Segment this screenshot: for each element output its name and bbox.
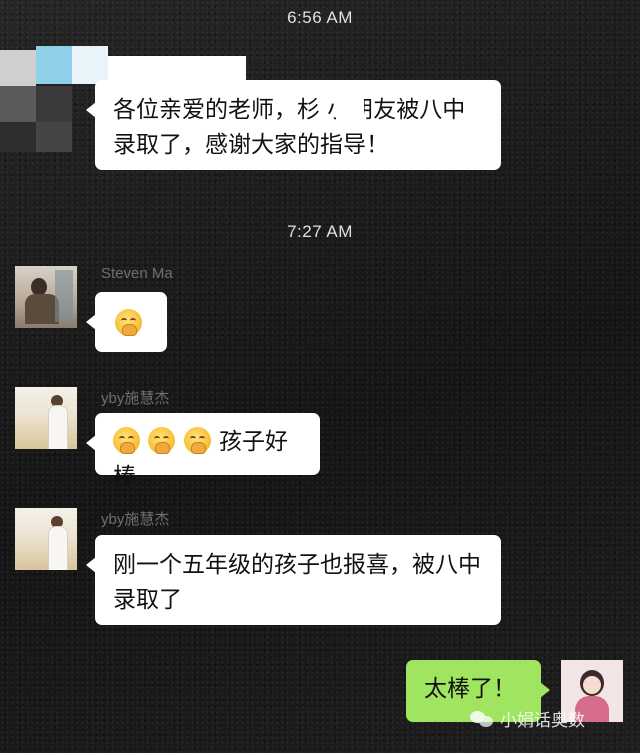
sender-name: yby施慧杰 [101, 511, 170, 528]
hugging-emoji [183, 427, 211, 454]
avatar-steven-ma[interactable] [15, 266, 77, 328]
message-text: 各位亲爱的老师，杉 小朋友被八中录取了，感谢大家的指导！ [113, 97, 466, 158]
avatar-yby[interactable] [15, 387, 77, 449]
timestamp: 7:27 AM [287, 222, 353, 241]
censor-mark [336, 92, 364, 122]
sender-name: Steven Ma [101, 265, 173, 282]
hugging-emoji [148, 427, 176, 454]
message-text: 刚一个五年级的孩子也报喜，被八中录取了 [113, 552, 481, 613]
watermark: 小娟话奥数 [470, 706, 585, 731]
hugging-emoji [113, 427, 140, 454]
message-bubble[interactable]: 孩子好棒 [86, 413, 320, 490]
hugging-emoji [115, 309, 142, 336]
message-text: 太棒了！ [424, 676, 516, 702]
sender-name: yby施慧杰 [101, 390, 170, 407]
avatar-yby[interactable] [15, 508, 77, 570]
timestamp: 6:56 AM [287, 8, 353, 27]
message-bubble[interactable] [86, 292, 167, 352]
wechat-icon [470, 709, 494, 729]
watermark-text: 小娟话奥数 [500, 711, 585, 731]
message-bubble[interactable]: 各位亲爱的老师，杉 小朋友被八中录取了，感谢大家的指导！ [86, 80, 501, 170]
message-bubble[interactable]: 刚一个五年级的孩子也报喜，被八中录取了 [86, 535, 501, 625]
